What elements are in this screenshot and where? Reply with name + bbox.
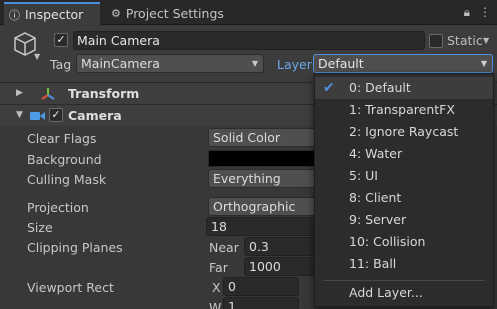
checkmark-icon: ✔ xyxy=(323,80,335,96)
more-menu-icon[interactable]: ⋮ xyxy=(479,5,491,20)
tab-bar-controls: 🔒︎ ⋮ xyxy=(464,5,491,20)
camera-title: Camera xyxy=(68,108,122,123)
camera-icon xyxy=(30,112,45,120)
layer-option-label: 4: Water xyxy=(349,146,403,161)
culling-mask-label: Culling Mask xyxy=(27,172,107,187)
culling-mask-value: Everything xyxy=(213,171,281,186)
clear-flags-label: Clear Flags xyxy=(27,131,97,146)
layer-label: Layer xyxy=(277,57,312,72)
tag-label: Tag xyxy=(50,57,72,72)
tab-bar: ⓘ Inspector ⚙ Project Settings 🔒︎ ⋮ xyxy=(0,0,497,25)
viewport-w-label: W xyxy=(209,300,222,309)
tab-project-settings-label: Project Settings xyxy=(125,6,224,21)
layer-option-default[interactable]: ✔ 0: Default xyxy=(315,77,493,99)
viewport-w-input[interactable]: 1 xyxy=(223,297,299,309)
culling-mask-dropdown[interactable]: Everything xyxy=(208,169,318,188)
camera-enabled-checkbox[interactable]: ✓ xyxy=(49,108,63,122)
gameobject-active-checkbox[interactable]: ✓ xyxy=(54,33,68,47)
layer-option-label: 10: Collision xyxy=(349,234,426,249)
tag-dropdown-value: MainCamera xyxy=(81,56,160,71)
tab-project-settings[interactable]: ⚙ Project Settings xyxy=(108,2,233,25)
projection-dropdown[interactable]: Orthographic xyxy=(208,197,318,216)
menu-separator xyxy=(323,280,485,281)
layer-option-server[interactable]: 9: Server xyxy=(315,209,493,231)
near-label: Near xyxy=(209,240,239,255)
layer-option-label: 1: TransparentFX xyxy=(349,102,455,117)
tag-dropdown[interactable]: MainCamera ▼ xyxy=(76,54,264,73)
transform-icon xyxy=(41,88,55,100)
gear-icon: ⚙ xyxy=(111,7,121,20)
layer-option-ignore-raycast[interactable]: 2: Ignore Raycast xyxy=(315,121,493,143)
tab-inspector-label: Inspector xyxy=(25,7,84,22)
chevron-down-icon: ▼ xyxy=(251,59,258,68)
tab-inspector[interactable]: ⓘ Inspector xyxy=(4,2,100,25)
layer-dropdown[interactable]: Default ▼ xyxy=(313,54,493,73)
layer-option-label: 9: Server xyxy=(349,212,407,227)
layer-option-client[interactable]: 8: Client xyxy=(315,187,493,209)
clear-flags-dropdown[interactable]: Solid Color xyxy=(208,128,318,147)
icon-picker-caret-icon[interactable]: ▼ xyxy=(34,52,40,61)
viewport-x-label: X xyxy=(212,280,221,295)
foldout-down-icon[interactable]: ▼ xyxy=(16,110,23,120)
layer-dropdown-value: Default xyxy=(318,56,364,71)
projection-value: Orthographic xyxy=(213,199,296,214)
foldout-right-icon[interactable]: ▶ xyxy=(16,88,23,98)
transform-title: Transform xyxy=(68,86,140,101)
chevron-down-icon: ▼ xyxy=(480,59,487,68)
layer-option-transparentfx[interactable]: 1: TransparentFX xyxy=(315,99,493,121)
far-label: Far xyxy=(209,260,228,275)
background-label: Background xyxy=(27,152,102,167)
layer-option-ui[interactable]: 5: UI xyxy=(315,165,493,187)
size-input[interactable]: 18 xyxy=(206,217,318,236)
gameobject-name-input[interactable]: Main Camera xyxy=(73,31,425,50)
clipping-planes-label: Clipping Planes xyxy=(27,240,123,255)
clear-flags-value: Solid Color xyxy=(213,130,281,145)
layer-option-ball[interactable]: 11: Ball xyxy=(315,253,493,275)
layer-option-label: 2: Ignore Raycast xyxy=(349,124,459,139)
layer-dropdown-menu: ✔ 0: Default 1: TransparentFX 2: Ignore … xyxy=(314,73,494,307)
layer-option-label: 5: UI xyxy=(349,168,378,183)
layer-option-label: 0: Default xyxy=(349,80,411,95)
static-dropdown-caret-icon[interactable]: ▼ xyxy=(483,36,489,45)
far-input[interactable]: 1000 xyxy=(244,257,318,276)
lock-icon[interactable]: 🔒︎ xyxy=(464,5,470,20)
add-layer-label: Add Layer... xyxy=(349,285,423,300)
layer-option-label: 8: Client xyxy=(349,190,402,205)
static-checkbox[interactable] xyxy=(429,34,443,48)
layer-option-label: 11: Ball xyxy=(349,256,397,271)
near-input[interactable]: 0.3 xyxy=(244,237,318,256)
static-label: Static xyxy=(447,33,483,48)
layer-option-collision[interactable]: 10: Collision xyxy=(315,231,493,253)
layer-option-water[interactable]: 4: Water xyxy=(315,143,493,165)
info-icon: ⓘ xyxy=(9,8,20,22)
viewport-rect-label: Viewport Rect xyxy=(27,280,114,295)
add-layer-menu-item[interactable]: Add Layer... xyxy=(315,282,493,304)
background-color-field[interactable] xyxy=(208,150,318,167)
size-label: Size xyxy=(27,220,53,235)
viewport-x-input[interactable]: 0 xyxy=(223,277,299,296)
projection-label: Projection xyxy=(27,200,89,215)
